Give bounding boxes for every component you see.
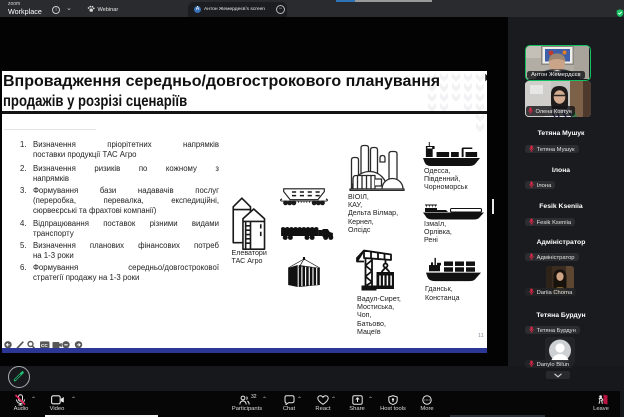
svg-text:1: 1 [61,398,64,404]
svg-text:CC: CC [41,342,48,347]
